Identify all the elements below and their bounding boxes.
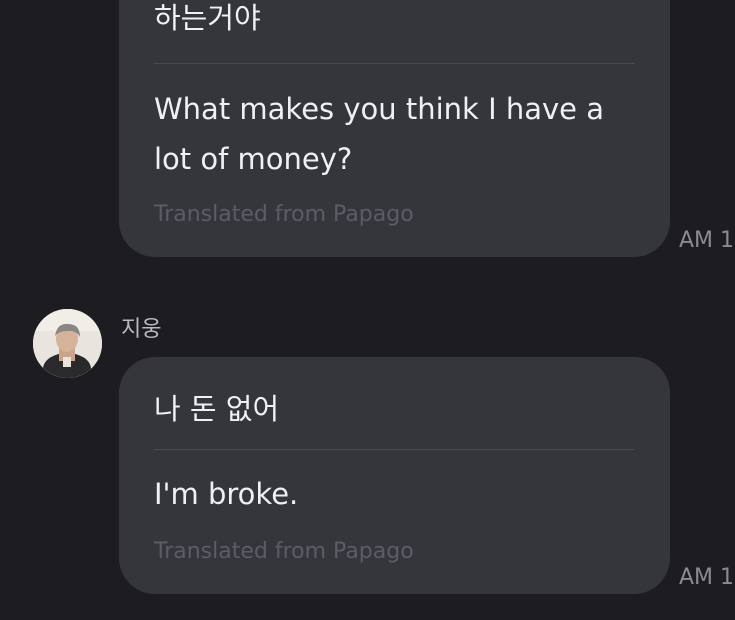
chat-thread[interactable]: 하는거야 What makes you think I have a lot o… — [0, 0, 735, 620]
sender-name: 지웅 — [121, 317, 162, 342]
original-message-text: 하는거야 — [154, 1, 261, 35]
translated-message-text: What makes you think I have a lot of mon… — [154, 92, 604, 176]
translation-divider — [154, 63, 635, 64]
user-avatar-photo-icon — [33, 309, 102, 378]
translated-message-text: I'm broke. — [154, 477, 299, 511]
translation-credit: Translated from Papago — [154, 539, 414, 564]
translation-divider — [154, 449, 635, 450]
message-bubble[interactable]: 하는거야 What makes you think I have a lot o… — [119, 0, 670, 257]
user-avatar[interactable] — [33, 309, 102, 378]
message-timestamp: AM 1 — [679, 228, 735, 253]
translation-credit: Translated from Papago — [154, 202, 414, 227]
original-message-text: 나 돈 없어 — [154, 392, 280, 426]
message-bubble[interactable]: 나 돈 없어 I'm broke. Translated from Papago — [119, 357, 670, 594]
message-timestamp: AM 1 — [679, 565, 735, 590]
